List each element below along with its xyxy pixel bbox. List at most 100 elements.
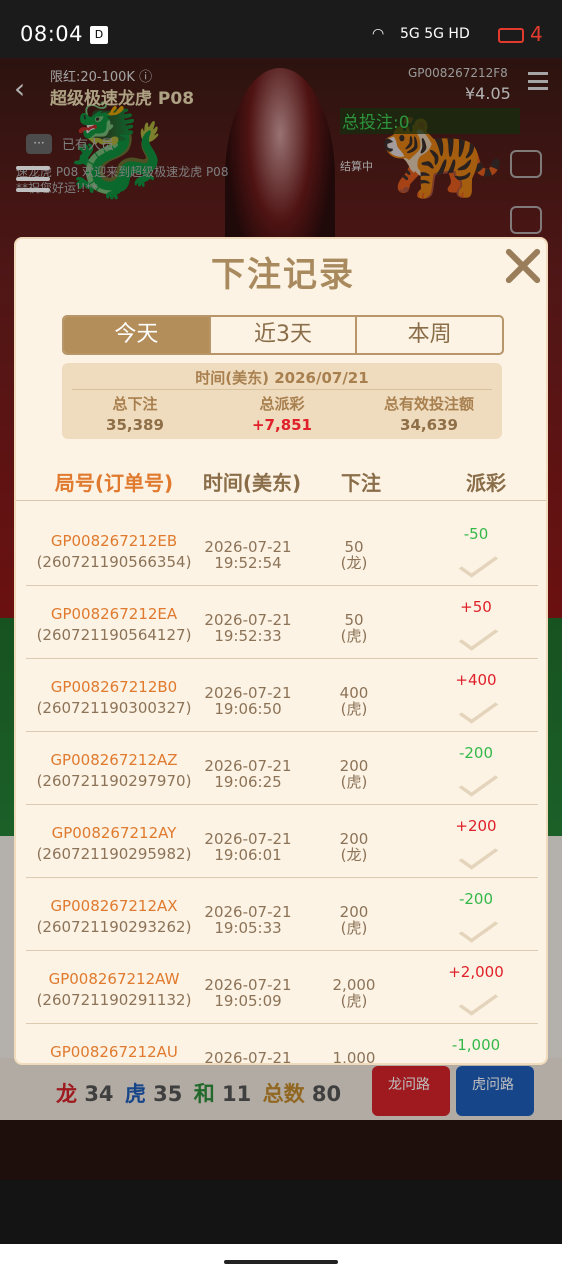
bottom-bar xyxy=(0,1180,562,1244)
payout-value: +400 xyxy=(455,671,497,689)
payout-value: -1,000 xyxy=(451,1036,501,1054)
bet-date: 2026-07-21 xyxy=(204,757,292,775)
bet-cell: 2,000 (虎) xyxy=(324,977,384,1009)
bet-time: 19:52:54 xyxy=(214,554,282,572)
column-payout: 派彩 xyxy=(466,471,506,495)
chevron-down-icon[interactable] xyxy=(462,703,492,717)
order-number: (260721190295982) xyxy=(36,845,192,863)
bet-cell: 200 (虎) xyxy=(324,904,384,936)
tab-last-3-days[interactable]: 近3天 xyxy=(211,317,358,353)
round-number: GP008267212B0 xyxy=(50,678,178,696)
round-number: GP008267212AU xyxy=(50,1043,178,1061)
battery-icon xyxy=(498,28,524,43)
round-number: GP008267212AZ xyxy=(50,751,178,769)
bet-cell: 400 (虎) xyxy=(324,685,384,717)
table-row[interactable]: GP008267212AY (260721190295982) 2026-07-21… xyxy=(26,805,538,878)
bet-record-list[interactable]: GP008267212EB (260721190566354) 2026-07-21… xyxy=(26,513,538,1065)
summary-total-bet: 总下注 35,389 xyxy=(62,393,208,434)
order-number: (260721190297970) xyxy=(36,772,192,790)
time-cell: 2026-07-21 xyxy=(198,1049,298,1065)
total-payout-value: +7,851 xyxy=(251,416,312,434)
bet-amount: 1,000 xyxy=(332,1049,376,1065)
bet-amount: 200 xyxy=(339,757,369,775)
column-order: 局号(订单号) xyxy=(54,471,174,495)
chevron-down-icon[interactable] xyxy=(462,557,492,571)
bet-time: 19:06:25 xyxy=(214,773,282,791)
time-cell: 2026-07-21 19:05:09 xyxy=(198,977,298,1009)
tab-today[interactable]: 今天 xyxy=(64,317,211,353)
chevron-down-icon[interactable] xyxy=(462,776,492,790)
table-row[interactable]: GP008267212AW (260721190291132) 2026-07-21… xyxy=(26,951,538,1024)
table-row[interactable]: GP008267212AU 2026-07-21 1,000 -1,000 xyxy=(26,1024,538,1065)
wifi-icon: ◠ xyxy=(372,26,385,42)
time-cell: 2026-07-21 19:06:25 xyxy=(198,758,298,790)
order-cell: GP008267212EB (260721190566354) xyxy=(26,531,202,573)
bet-date: 2026-07-21 xyxy=(204,903,292,921)
bet-time: 19:52:33 xyxy=(214,627,282,645)
order-number: (260721190291132) xyxy=(36,991,192,1009)
order-cell: GP008267212EA (260721190564127) xyxy=(26,604,202,646)
table-row[interactable]: GP008267212EA (260721190564127) 2026-07-21… xyxy=(26,586,538,659)
total-payout-label: 总派彩 xyxy=(259,395,305,413)
bet-cell: 200 (龙) xyxy=(324,831,384,863)
order-cell: GP008267212B0 (260721190300327) xyxy=(26,677,202,719)
valid-bet-value: 34,639 xyxy=(400,416,458,434)
summary-valid-bet: 总有效投注额 34,639 xyxy=(356,393,502,434)
bet-side: (龙) xyxy=(340,554,368,572)
payout-value: -200 xyxy=(458,890,494,908)
close-icon[interactable] xyxy=(502,245,544,287)
bet-time: 19:06:50 xyxy=(214,700,282,718)
payout-value: +50 xyxy=(460,598,492,616)
bet-amount: 200 xyxy=(339,903,369,921)
column-bet: 下注 xyxy=(341,471,381,495)
bet-amount: 50 xyxy=(344,611,364,629)
round-number: GP008267212AW xyxy=(48,970,180,988)
table-row[interactable]: GP008267212B0 (260721190300327) 2026-07-21… xyxy=(26,659,538,732)
total-bet-value: 35,389 xyxy=(106,416,164,434)
order-number: (260721190566354) xyxy=(36,553,192,571)
summary-total-payout: 总派彩 +7,851 xyxy=(209,393,355,434)
bet-side: (虎) xyxy=(340,700,368,718)
round-number: GP008267212AX xyxy=(50,897,178,915)
modal-title: 下注记录 xyxy=(211,255,355,295)
bet-side: (虎) xyxy=(340,992,368,1010)
home-handle[interactable] xyxy=(224,1260,338,1264)
chevron-down-icon[interactable] xyxy=(462,995,492,1009)
bet-date: 2026-07-21 xyxy=(204,611,292,629)
bet-time: 19:05:09 xyxy=(214,992,282,1010)
time-cell: 2026-07-21 19:06:50 xyxy=(198,685,298,717)
dear-icon: D xyxy=(90,26,108,44)
bet-cell: 50 (虎) xyxy=(324,612,384,644)
bet-amount: 2,000 xyxy=(332,976,376,994)
total-bet-label: 总下注 xyxy=(112,395,158,413)
time-cell: 2026-07-21 19:52:33 xyxy=(198,612,298,644)
bet-date: 2026-07-21 xyxy=(204,538,292,556)
payout-value: +200 xyxy=(455,817,497,835)
battery-level: 4 xyxy=(530,22,543,46)
order-number: (260721190300327) xyxy=(36,699,192,717)
signal-icons: 5G 5G HD xyxy=(400,26,470,42)
bet-time: 19:05:33 xyxy=(214,919,282,937)
bet-date: 2026-07-21 xyxy=(204,976,292,994)
order-cell: GP008267212AW (260721190291132) xyxy=(26,969,202,1011)
table-row[interactable]: GP008267212AZ (260721190297970) 2026-07-21… xyxy=(26,732,538,805)
chevron-down-icon[interactable] xyxy=(462,922,492,936)
order-cell: GP008267212AY (260721190295982) xyxy=(26,823,202,865)
time-cell: 2026-07-21 19:05:33 xyxy=(198,904,298,936)
chevron-down-icon[interactable] xyxy=(462,630,492,644)
round-number: GP008267212AY xyxy=(51,824,177,842)
bet-time: 19:06:01 xyxy=(214,846,282,864)
tab-this-week[interactable]: 本周 xyxy=(357,317,502,353)
round-number: GP008267212EA xyxy=(50,605,178,623)
chevron-down-icon[interactable] xyxy=(462,849,492,863)
status-time: 08:04 xyxy=(20,22,84,46)
table-row[interactable]: GP008267212EB (260721190566354) 2026-07-21… xyxy=(26,513,538,586)
table-row[interactable]: GP008267212AX (260721190293262) 2026-07-21… xyxy=(26,878,538,951)
bet-side: (虎) xyxy=(340,919,368,937)
table-header: 局号(订单号) 时间(美东) 下注 派彩 xyxy=(16,459,546,501)
bet-history-modal: 下注记录 今天 近3天 本周 时间(美东) 2026/07/21 总下注 35,… xyxy=(14,237,548,1065)
order-cell: GP008267212AU xyxy=(26,1042,202,1063)
bet-date: 2026-07-21 xyxy=(204,1049,292,1065)
payout-value: +2,000 xyxy=(448,963,504,981)
time-cell: 2026-07-21 19:06:01 xyxy=(198,831,298,863)
